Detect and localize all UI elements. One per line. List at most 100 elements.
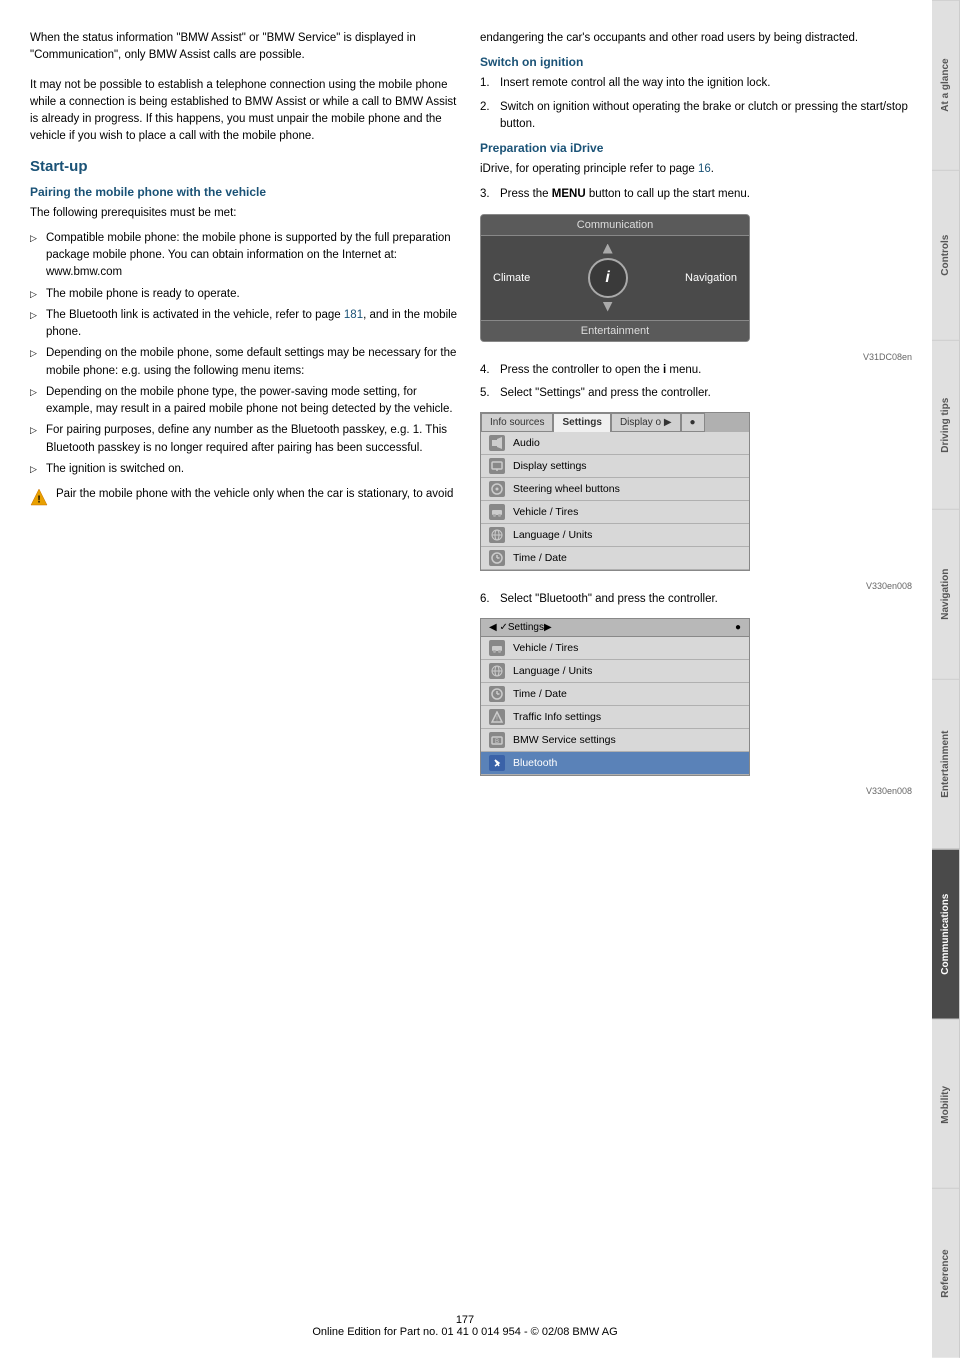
- main-content: When the status information "BMW Assist"…: [0, 0, 932, 1358]
- continuation-text: endangering the car's occupants and othe…: [480, 30, 912, 47]
- svg-text:!: !: [496, 716, 498, 723]
- idrive-right-label: Navigation: [685, 272, 737, 284]
- footer-text: Online Edition for Part no. 01 41 0 014 …: [312, 1326, 617, 1338]
- sidebar-label-at-a-glance: At a glance: [940, 59, 951, 112]
- idrive-caption: V31DC08en: [480, 352, 912, 362]
- sidebar-tab-driving-tips[interactable]: Driving tips: [932, 340, 960, 510]
- idrive-center-icon: i: [588, 258, 628, 298]
- idrive-step-6: 6. Select "Bluetooth" and press the cont…: [480, 591, 912, 608]
- bt-bluetooth: Bluetooth: [481, 752, 749, 775]
- idrive-heading: Preparation via iDrive: [480, 141, 912, 155]
- bluetooth-screenshot: ◀ ✓ Settings ▶ ● Vehicle / Tires Languag…: [480, 618, 750, 776]
- vehicle-icon: [489, 504, 505, 520]
- bt-vehicle-icon: [489, 640, 505, 656]
- page-number: 177: [456, 1314, 474, 1326]
- steering-icon: [489, 481, 505, 497]
- sidebar-tab-mobility[interactable]: Mobility: [932, 1019, 960, 1189]
- idrive-screenshot: Communication Climate i Navigation Enter…: [480, 214, 750, 342]
- bt-language-label: Language / Units: [513, 665, 592, 677]
- bt-time-label: Time / Date: [513, 688, 567, 700]
- bluetooth-caption: V330en008: [480, 786, 912, 796]
- tab-display[interactable]: Display o ▶: [611, 413, 681, 432]
- audio-icon: [489, 435, 505, 451]
- bt-vehicle-label: Vehicle / Tires: [513, 642, 578, 654]
- svg-text:!: !: [37, 495, 40, 506]
- bt-bmwservice-label: BMW Service settings: [513, 734, 616, 746]
- idrive-bottom-label: Entertainment: [481, 320, 749, 341]
- startup-heading: Start-up: [30, 158, 460, 175]
- bt-time-icon: [489, 686, 505, 702]
- ignition-steps: 1. Insert remote control all the way int…: [480, 75, 912, 133]
- idrive-step-6-item: 6. Select "Bluetooth" and press the cont…: [480, 591, 912, 608]
- tab-settings[interactable]: Settings: [553, 413, 610, 432]
- pairing-heading: Pairing the mobile phone with the vehicl…: [30, 185, 460, 199]
- sidebar-tab-navigation[interactable]: Navigation: [932, 509, 960, 679]
- sidebar-label-entertainment: Entertainment: [940, 731, 951, 798]
- menu-language: Language / Units: [481, 524, 749, 547]
- idrive-step-5: 5. Select "Settings" and press the contr…: [480, 385, 912, 402]
- menu-vehicle: Vehicle / Tires: [481, 501, 749, 524]
- svg-text:B: B: [495, 739, 499, 745]
- bt-vehicle: Vehicle / Tires: [481, 637, 749, 660]
- display-icon: [489, 458, 505, 474]
- menu-steering-label: Steering wheel buttons: [513, 483, 620, 495]
- bt-settings-label: Settings: [508, 622, 544, 633]
- sidebar: At a glance Controls Driving tips Naviga…: [932, 0, 960, 1358]
- ignition-step-2: 2. Switch on ignition without operating …: [480, 99, 912, 134]
- bt-bmwservice: B BMW Service settings: [481, 729, 749, 752]
- bullet-6: For pairing purposes, define any number …: [30, 422, 460, 457]
- idrive-top-label: Communication: [481, 215, 749, 236]
- right-column: endangering the car's occupants and othe…: [480, 30, 912, 1318]
- menu-steering: Steering wheel buttons: [481, 478, 749, 501]
- idrive-step-3: 3. Press the MENU button to call up the …: [480, 186, 912, 203]
- menu-audio: Audio: [481, 432, 749, 455]
- sidebar-label-driving-tips: Driving tips: [940, 397, 951, 452]
- bt-header-text: ◀ ✓: [489, 622, 508, 633]
- sidebar-tab-entertainment[interactable]: Entertainment: [932, 679, 960, 849]
- sidebar-tab-controls[interactable]: Controls: [932, 170, 960, 340]
- idrive-step-4: 4. Press the controller to open the i me…: [480, 362, 912, 379]
- bt-traffic: ! Traffic Info settings: [481, 706, 749, 729]
- bt-header: ◀ ✓ Settings ▶ ●: [481, 619, 749, 637]
- idrive-steps: 3. Press the MENU button to call up the …: [480, 186, 912, 203]
- tab-extra[interactable]: ●: [681, 413, 705, 432]
- sidebar-tab-at-a-glance[interactable]: At a glance: [932, 0, 960, 170]
- menu-time-label: Time / Date: [513, 552, 567, 564]
- idrive-middle: Climate i Navigation: [481, 236, 749, 320]
- menu-audio-label: Audio: [513, 437, 540, 449]
- bt-bmwservice-icon: B: [489, 732, 505, 748]
- bullet-1: Compatible mobile phone: the mobile phon…: [30, 230, 460, 282]
- bt-header-right: ▶: [544, 622, 552, 633]
- bt-language: Language / Units: [481, 660, 749, 683]
- tab-info-sources[interactable]: Info sources: [481, 413, 553, 432]
- sidebar-tab-reference[interactable]: Reference: [932, 1188, 960, 1358]
- warning-text: Pair the mobile phone with the vehicle o…: [56, 486, 453, 503]
- left-column: When the status information "BMW Assist"…: [30, 30, 460, 1318]
- language-icon: [489, 527, 505, 543]
- bt-time: Time / Date: [481, 683, 749, 706]
- idrive-intro: iDrive, for operating principle refer to…: [480, 161, 912, 178]
- bt-gear-icon: ●: [735, 622, 741, 633]
- sidebar-label-communications: Communications: [940, 894, 951, 975]
- bt-bluetooth-label: Bluetooth: [513, 757, 557, 769]
- menu-time: Time / Date: [481, 547, 749, 570]
- warning-box: ! Pair the mobile phone with the vehicle…: [30, 486, 460, 506]
- menu-language-label: Language / Units: [513, 529, 592, 541]
- prerequisites-list: Compatible mobile phone: the mobile phon…: [30, 230, 460, 478]
- bt-traffic-icon: !: [489, 709, 505, 725]
- sidebar-tab-communications[interactable]: Communications: [932, 849, 960, 1019]
- settings-tab-bar: Info sources Settings Display o ▶ ●: [481, 413, 749, 432]
- bullet-3: The Bluetooth link is activated in the v…: [30, 307, 460, 342]
- intro-paragraph-2: It may not be possible to establish a te…: [30, 77, 460, 146]
- settings-caption: V330en008: [480, 581, 912, 591]
- bullet-4: Depending on the mobile phone, some defa…: [30, 345, 460, 380]
- warning-icon: !: [30, 488, 48, 506]
- bt-traffic-label: Traffic Info settings: [513, 711, 601, 723]
- intro-paragraph-1: When the status information "BMW Assist"…: [30, 30, 460, 65]
- time-icon: [489, 550, 505, 566]
- menu-vehicle-label: Vehicle / Tires: [513, 506, 578, 518]
- sidebar-label-navigation: Navigation: [940, 569, 951, 620]
- switch-ignition-heading: Switch on ignition: [480, 55, 912, 69]
- bt-language-icon: [489, 663, 505, 679]
- sidebar-label-reference: Reference: [940, 1249, 951, 1297]
